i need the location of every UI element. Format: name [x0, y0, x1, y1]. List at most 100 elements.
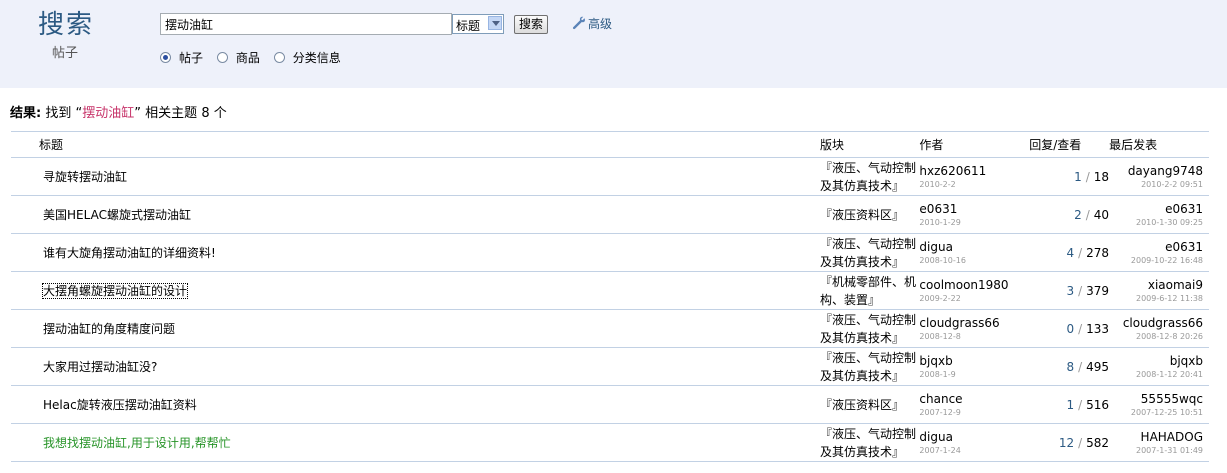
view-count: 516 — [1086, 397, 1110, 412]
thread-title-link[interactable]: 我想找摆动油缸,用于设计用,帮帮忙 — [43, 436, 231, 450]
chevron-down-icon[interactable] — [488, 16, 502, 30]
last-post-date: 2009-6-12 11:38 — [1136, 293, 1203, 303]
last-poster-link[interactable]: cloudgrass66 — [1109, 316, 1203, 331]
last-post-date: 2008-12-8 20:26 — [1136, 331, 1203, 341]
col-title: 标题 — [11, 131, 820, 158]
view-count: 133 — [1086, 321, 1110, 336]
forum-link[interactable]: 『液压、气动控制及其仿真技术』 — [820, 427, 916, 459]
result-close-quote: ” — [134, 106, 142, 121]
view-count: 278 — [1086, 245, 1110, 260]
search-scope-value: 标题 — [456, 19, 481, 33]
forum-link[interactable]: 『液压、气动控制及其仿真技术』 — [820, 237, 916, 269]
result-count: 8 个 — [201, 106, 227, 121]
forum-link[interactable]: 『机械零部件、机构、装置』 — [820, 275, 916, 307]
col-author: 作者 — [919, 131, 1030, 158]
thread-title-link[interactable]: 摆动油缸的角度精度问题 — [43, 322, 175, 336]
result-found: 找到 — [45, 106, 72, 121]
last-post-date: 2007-12-25 10:51 — [1130, 407, 1203, 417]
radio-label: 分类信息 — [292, 51, 341, 65]
table-row: 摆动油缸的角度精度问题 『液压、气动控制及其仿真技术』 cloudgrass66… — [11, 309, 1209, 348]
last-post-date: 2008-1-12 20:41 — [1136, 369, 1203, 379]
thread-title-link[interactable]: 寻旋转摆动油缸 — [43, 170, 127, 184]
author-link[interactable]: cloudgrass66 — [919, 316, 1029, 331]
table-row: 我想找摆动油缸,用于设计用,帮帮忙 『液压、气动控制及其仿真技术』 digua 2… — [11, 423, 1209, 462]
result-summary: 结果: 找到 “摆动油缸” 相关主题 8 个 — [10, 102, 227, 121]
last-post-date: 2007-1-31 01:49 — [1136, 445, 1203, 455]
forum-link[interactable]: 『液压资料区』 — [820, 398, 904, 412]
last-poster-link[interactable]: dayang9748 — [1109, 164, 1203, 179]
post-date: 2010-2-2 — [919, 179, 956, 189]
radio-posts[interactable]: 帖子 — [160, 49, 203, 66]
page-title: 搜索 — [38, 10, 95, 40]
post-date: 2008-12-8 — [919, 331, 961, 341]
reply-count: 3 — [1066, 283, 1075, 298]
post-date: 2007-1-24 — [919, 445, 961, 455]
table-row: 大家用过摆动油缸没? 『液压、气动控制及其仿真技术』 bjqxb 2008-1-9… — [11, 347, 1209, 386]
reply-count: 8 — [1066, 359, 1075, 374]
author-link[interactable]: hxz620611 — [919, 164, 1029, 179]
table-row: 大摆角螺旋摆动油缸的设计 『机械零部件、机构、装置』 coolmoon1980 2… — [11, 271, 1209, 310]
last-poster-link[interactable]: bjqxb — [1109, 354, 1203, 369]
col-last-post: 最后发表 — [1109, 131, 1209, 158]
last-post-date: 2010-2-2 09:51 — [1141, 179, 1203, 189]
reply-count: 0 — [1066, 321, 1075, 336]
view-count: 495 — [1086, 359, 1110, 374]
last-post-date: 2009-10-22 16:48 — [1130, 255, 1203, 265]
radio-button[interactable] — [273, 52, 285, 63]
forum-link[interactable]: 『液压资料区』 — [820, 208, 904, 222]
last-poster-link[interactable]: 55555wqc — [1109, 392, 1203, 407]
author-link[interactable]: digua — [919, 240, 1029, 255]
forum-link[interactable]: 『液压、气动控制及其仿真技术』 — [820, 313, 916, 345]
view-count: 582 — [1086, 435, 1110, 450]
result-keyword: 摆动油缸 — [82, 106, 135, 121]
author-link[interactable]: bjqxb — [919, 354, 1029, 369]
search-scope-select[interactable]: 标题 — [452, 14, 504, 34]
table-row: Helac旋转液压摆动油缸资料 『液压资料区』 chance 2007-12-9 … — [11, 385, 1209, 424]
page-subtitle: 帖子 — [52, 46, 79, 61]
last-poster-link[interactable]: HAHADOG — [1109, 430, 1203, 445]
radio-button[interactable] — [216, 52, 228, 63]
thread-title-link[interactable]: 大摆角螺旋摆动油缸的设计 — [41, 283, 189, 299]
post-date: 2007-12-9 — [919, 407, 961, 417]
author-link[interactable]: chance — [919, 392, 1029, 407]
reply-count: 12 — [1058, 435, 1075, 450]
radio-goods[interactable]: 商品 — [216, 49, 260, 66]
author-link[interactable]: digua — [919, 430, 1029, 445]
author-link[interactable]: coolmoon1980 — [919, 278, 1029, 293]
author-link[interactable]: e0631 — [919, 202, 1029, 217]
reply-count: 1 — [1074, 169, 1082, 184]
post-date: 2009-2-22 — [919, 293, 961, 303]
post-date: 2010-1-29 — [919, 217, 961, 227]
view-count: 18 — [1093, 169, 1110, 184]
thread-title-link[interactable]: 美国HELAC螺旋式摆动油缸 — [43, 208, 191, 222]
radio-classifieds[interactable]: 分类信息 — [273, 49, 341, 66]
thread-title-link[interactable]: Helac旋转液压摆动油缸资料 — [43, 398, 197, 412]
last-poster-link[interactable]: xiaomai9 — [1109, 278, 1203, 293]
radio-label: 帖子 — [179, 51, 204, 65]
radio-label: 商品 — [235, 51, 260, 65]
search-button[interactable]: 搜索 — [514, 15, 549, 34]
reply-count: 2 — [1074, 207, 1082, 222]
forum-link[interactable]: 『液压、气动控制及其仿真技术』 — [820, 161, 916, 193]
view-count: 40 — [1093, 207, 1110, 222]
col-stats: 回复/查看 — [1029, 131, 1110, 158]
forum-link[interactable]: 『液压、气动控制及其仿真技术』 — [820, 351, 916, 383]
search-header: 搜索 帖子 标题 搜索 高级 帖子 商品 分类信息 — [0, 0, 1227, 88]
search-input[interactable] — [160, 13, 452, 35]
radio-button[interactable] — [160, 52, 171, 63]
table-row: 谁有大旋角摆动油缸的详细资料! 『液压、气动控制及其仿真技术』 digua 200… — [11, 233, 1209, 272]
last-post-date: 2010-1-30 09:25 — [1136, 217, 1203, 227]
result-label: 结果: — [10, 106, 42, 121]
advanced-search-link[interactable]: 高级 — [572, 15, 612, 32]
col-forum: 版块 — [819, 131, 920, 158]
thread-title-link[interactable]: 大家用过摆动油缸没? — [43, 360, 157, 374]
last-poster-link[interactable]: e0631 — [1109, 202, 1203, 217]
last-poster-link[interactable]: e0631 — [1109, 240, 1203, 255]
search-type-radios: 帖子 商品 分类信息 — [160, 49, 351, 66]
thread-title-link[interactable]: 谁有大旋角摆动油缸的详细资料! — [43, 246, 216, 260]
advanced-label: 高级 — [588, 17, 613, 31]
result-suffix: 相关主题 — [145, 106, 198, 121]
view-count: 379 — [1086, 283, 1110, 298]
wrench-icon — [572, 16, 585, 30]
post-date: 2008-1-9 — [919, 369, 956, 379]
